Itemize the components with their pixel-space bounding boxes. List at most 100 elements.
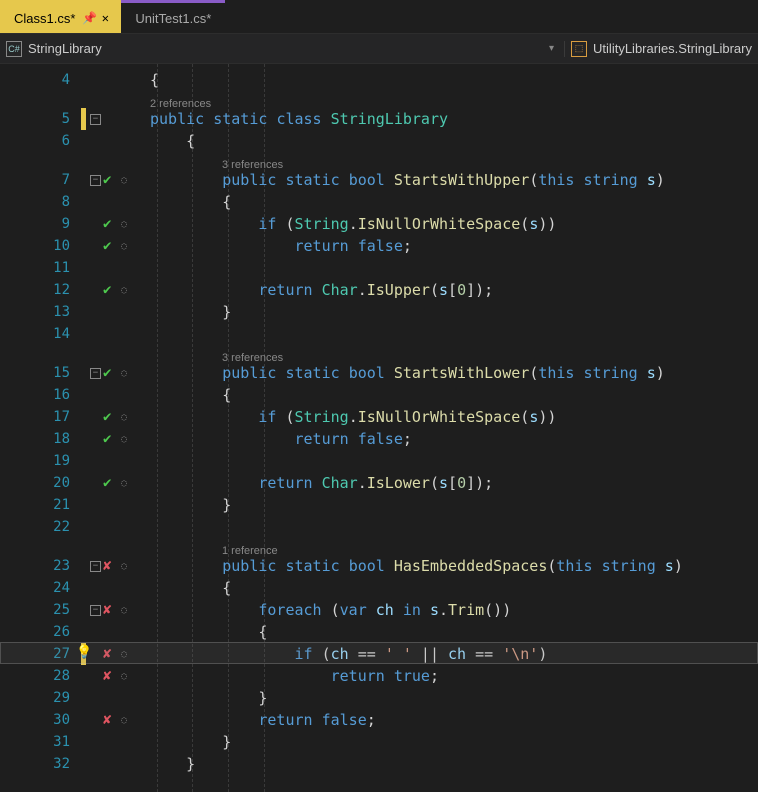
line-number: 14 <box>0 323 90 345</box>
margin-row: ✔◌ <box>90 213 127 235</box>
line-number: 11 <box>0 257 90 279</box>
tab-bar: Class1.cs* 📌 ✕ UnitTest1.cs* <box>0 0 758 34</box>
margin-row: ✔◌ <box>90 472 127 494</box>
close-icon[interactable]: ✕ <box>97 11 113 25</box>
code-line[interactable]: } <box>150 301 231 323</box>
line-number: 26 <box>0 621 90 643</box>
code-line[interactable]: if (String.IsNullOrWhiteSpace(s)) <box>150 406 556 428</box>
line-number: 6 <box>0 130 90 152</box>
code-line[interactable]: { <box>150 384 231 406</box>
test-pass-icon[interactable]: ✔ <box>103 172 119 188</box>
tab-class1[interactable]: Class1.cs* 📌 ✕ <box>0 0 121 33</box>
line-number: 29 <box>0 687 90 709</box>
navigation-bar: C# StringLibrary ▾ ⬚ UtilityLibraries.St… <box>0 34 758 64</box>
codelens-references[interactable]: 2 references <box>150 93 211 115</box>
nav-type-dropdown[interactable]: ⬚ UtilityLibraries.StringLibrary <box>565 41 758 57</box>
test-pass-icon[interactable]: ✔ <box>103 409 119 425</box>
code-line[interactable]: { <box>150 621 267 643</box>
test-fail-icon[interactable]: ✘ <box>103 602 119 618</box>
margin-row: −✘◌ <box>90 599 127 621</box>
nav-type-label: UtilityLibraries.StringLibrary <box>593 41 752 56</box>
test-fail-icon[interactable]: ✘ <box>103 712 119 728</box>
nav-scope-label: StringLibrary <box>28 41 102 56</box>
margin-row <box>90 731 101 753</box>
fold-toggle[interactable]: − <box>90 561 101 572</box>
codelens-references[interactable]: 1 reference <box>222 540 278 562</box>
code-line[interactable]: return false; <box>150 235 412 257</box>
code-line[interactable]: 2 referencespublic static class StringLi… <box>150 108 448 130</box>
line-number: 25 <box>0 599 90 621</box>
line-number: 15 <box>0 362 90 384</box>
line-number: 18 <box>0 428 90 450</box>
code-line[interactable]: foreach (var ch in s.Trim()) <box>150 599 511 621</box>
lightbulb-icon[interactable]: 💡 <box>76 645 92 660</box>
test-fail-icon[interactable]: ✘ <box>103 646 119 662</box>
margin-row: ✘◌ <box>90 643 127 665</box>
line-number: 31 <box>0 731 90 753</box>
fold-toggle[interactable]: − <box>90 175 101 186</box>
code-line[interactable]: { <box>150 69 159 91</box>
code-line[interactable]: return true; <box>150 665 439 687</box>
fold-toggle[interactable]: − <box>90 368 101 379</box>
tab-label: UnitTest1.cs* <box>129 11 217 26</box>
code-line[interactable]: { <box>150 130 195 152</box>
test-pass-icon[interactable]: ✔ <box>103 475 119 491</box>
code-line[interactable]: 3 references public static bool StartsWi… <box>150 362 665 384</box>
margin-row <box>90 323 101 345</box>
code-line[interactable]: } <box>150 687 267 709</box>
code-line[interactable]: if (String.IsNullOrWhiteSpace(s)) <box>150 213 556 235</box>
line-number: 16 <box>0 384 90 406</box>
pin-icon[interactable]: 📌 <box>81 11 97 25</box>
line-number: 23 <box>0 555 90 577</box>
margin-row: −✔◌ <box>90 169 127 191</box>
line-number: 28 <box>0 665 90 687</box>
code-line[interactable]: } <box>150 494 231 516</box>
line-number: 13 <box>0 301 90 323</box>
code-line[interactable]: return Char.IsLower(s[0]); <box>150 472 493 494</box>
codelens-references[interactable]: 3 references <box>222 154 283 176</box>
test-fail-icon[interactable]: ✘ <box>103 558 119 574</box>
class-icon: ⬚ <box>571 41 587 57</box>
line-number: 5 <box>0 108 90 130</box>
line-number: 20 <box>0 472 90 494</box>
tab-unittest1[interactable]: UnitTest1.cs* <box>121 0 225 33</box>
code-line[interactable]: 3 references public static bool StartsWi… <box>150 169 665 191</box>
tab-label: Class1.cs* <box>8 11 81 26</box>
test-pass-icon[interactable]: ✔ <box>103 282 119 298</box>
fold-toggle[interactable]: − <box>90 605 101 616</box>
margin-row <box>90 257 101 279</box>
margin-row: ✔◌ <box>90 235 127 257</box>
test-pass-icon[interactable]: ✔ <box>103 431 119 447</box>
margin-row <box>90 494 101 516</box>
test-pass-icon[interactable]: ✔ <box>103 216 119 232</box>
test-pass-icon[interactable]: ✔ <box>103 238 119 254</box>
margin-row: −✘◌ <box>90 555 127 577</box>
line-number: 17 <box>0 406 90 428</box>
codelens-references[interactable]: 3 references <box>222 347 283 369</box>
code-line[interactable]: return false; <box>150 709 376 731</box>
code-line[interactable]: { <box>150 577 231 599</box>
line-number: 19 <box>0 450 90 472</box>
margin-row <box>90 753 101 775</box>
fold-toggle[interactable]: − <box>90 114 101 125</box>
code-line[interactable]: 1 reference public static bool HasEmbedd… <box>150 555 683 577</box>
test-pass-icon[interactable]: ✔ <box>103 365 119 381</box>
code-line[interactable]: } <box>150 753 195 775</box>
line-number: 10 <box>0 235 90 257</box>
code-line[interactable]: { <box>150 191 231 213</box>
margin-row: −✔◌ <box>90 362 127 384</box>
line-number: 9 <box>0 213 90 235</box>
change-indicator <box>81 108 86 130</box>
margin-row <box>90 516 101 538</box>
code-line[interactable]: return false; <box>150 428 412 450</box>
test-fail-icon[interactable]: ✘ <box>103 668 119 684</box>
nav-scope-dropdown[interactable]: C# StringLibrary ▾ <box>0 41 565 57</box>
code-editor[interactable]: 4567891011121314151617181920212223242526… <box>0 64 758 792</box>
margin-row <box>90 621 101 643</box>
line-number: 8 <box>0 191 90 213</box>
code-line[interactable]: } <box>150 731 231 753</box>
line-number: 32 <box>0 753 90 775</box>
line-number: 30 <box>0 709 90 731</box>
code-line[interactable]: return Char.IsUpper(s[0]); <box>150 279 493 301</box>
code-line[interactable]: if (ch == ' ' || ch == '\n') <box>150 643 547 665</box>
